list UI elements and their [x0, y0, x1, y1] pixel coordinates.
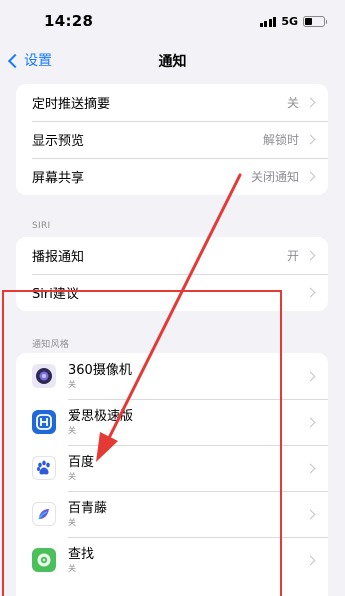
aisi-icon: [32, 410, 56, 434]
row-value: 关: [286, 96, 299, 110]
app-name: 查找: [68, 546, 95, 562]
app-row-find-my[interactable]: 查找 关: [16, 537, 328, 583]
row-label: 播报通知: [32, 250, 85, 265]
siri-section-header: SIRI: [32, 221, 51, 231]
navigation-bar: 设置 通知: [0, 44, 345, 76]
find-my-icon: [32, 548, 56, 572]
app-status: 关: [68, 425, 76, 435]
camera-360-icon: [32, 364, 56, 388]
page-title: 通知: [158, 54, 187, 70]
row-label: 屏幕共享: [32, 171, 85, 186]
baidu-paw-icon: [32, 456, 56, 480]
network-label: 5G: [281, 15, 298, 28]
siri-group: 播报通知 开 Siri建议: [16, 237, 328, 311]
chevron-right-icon: [305, 509, 316, 519]
row-label: Siri建议: [32, 287, 79, 302]
app-status: 关: [68, 517, 76, 527]
app-row-baiqingteng[interactable]: 百青藤 关: [16, 491, 328, 537]
app-row-aisi[interactable]: 爱思极速版 关: [16, 399, 328, 445]
signal-icon: [259, 16, 277, 27]
row-value: 解锁时: [262, 133, 299, 147]
chevron-right-icon: [305, 371, 316, 381]
app-row-360-camera[interactable]: 360摄像机 关: [16, 353, 328, 399]
app-name: 爱思极速版: [68, 408, 134, 424]
notification-style-header: 通知风格: [32, 340, 70, 350]
announce-notifications-row[interactable]: 播报通知 开: [16, 237, 328, 274]
baiqingteng-icon: [32, 502, 56, 526]
row-label: 显示预览: [32, 134, 85, 149]
chevron-right-icon: [305, 555, 316, 565]
chevron-right-icon: [305, 97, 316, 108]
screen-sharing-row[interactable]: 屏幕共享 关闭通知: [16, 158, 328, 195]
chevron-right-icon: [305, 417, 316, 427]
app-list-group: 360摄像机 关 爱思极速版 关 百度 关 百青藤 关 查找 关: [16, 353, 328, 596]
row-value: 开: [286, 249, 299, 263]
chevron-right-icon: [305, 250, 316, 261]
chevron-right-icon: [305, 287, 316, 298]
notification-settings-group: 定时推送摘要 关 显示预览 解锁时 屏幕共享 关闭通知: [16, 84, 328, 195]
show-previews-row[interactable]: 显示预览 解锁时: [16, 121, 328, 158]
scheduled-summary-row[interactable]: 定时推送摘要 关: [16, 84, 328, 121]
status-indicators: 5G: [259, 15, 327, 28]
row-label: 定时推送摘要: [32, 97, 111, 112]
status-bar: 14:28 5G: [0, 0, 345, 44]
app-status: 关: [68, 379, 76, 389]
row-value: 关闭通知: [250, 170, 299, 184]
app-name: 百青藤: [68, 500, 108, 516]
app-status: 关: [68, 471, 76, 481]
status-time: 14:28: [44, 12, 94, 30]
app-name: 360摄像机: [68, 362, 132, 378]
app-name: 百度: [68, 454, 95, 470]
chevron-right-icon: [305, 171, 316, 182]
chevron-right-icon: [305, 134, 316, 145]
chevron-right-icon: [305, 463, 316, 473]
app-status: 关: [68, 563, 76, 573]
siri-suggestions-row[interactable]: Siri建议: [16, 274, 328, 311]
battery-icon: [303, 16, 327, 27]
app-row-baidu[interactable]: 百度 关: [16, 445, 328, 491]
